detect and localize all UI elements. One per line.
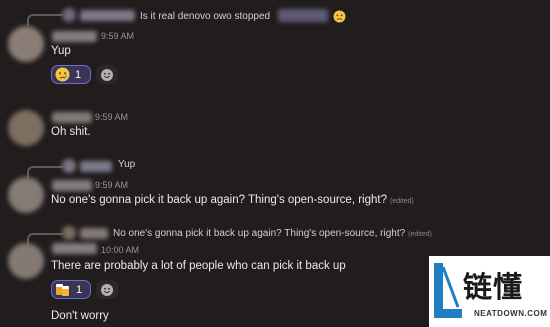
reply-preview-text[interactable]: Is it real denovo owo stopped bbox=[140, 11, 270, 22]
reply-username[interactable] bbox=[80, 228, 108, 239]
add-reaction-icon bbox=[101, 283, 113, 296]
add-reaction-button[interactable] bbox=[96, 280, 118, 299]
avatar[interactable] bbox=[8, 110, 44, 146]
disappointed-face-icon bbox=[333, 10, 346, 23]
redacted-mention bbox=[278, 9, 328, 22]
reply-connector bbox=[27, 14, 63, 26]
message-text: Don't worry bbox=[51, 310, 109, 322]
add-reaction-icon bbox=[101, 68, 113, 81]
message-body: No one's gonna pick it back up again? Th… bbox=[51, 194, 387, 206]
reply-avatar[interactable] bbox=[62, 8, 76, 22]
edited-label: (edited) bbox=[389, 198, 414, 205]
reply-avatar[interactable] bbox=[62, 226, 76, 240]
reply-preview-body: No one's gonna pick it back up again? Th… bbox=[113, 228, 406, 239]
logo-mark-icon bbox=[434, 263, 462, 318]
logo-english-text: NEATDOWN.COM bbox=[474, 309, 548, 318]
timestamp: 9:59 AM bbox=[101, 31, 135, 41]
logo-chinese-text: 链懂 bbox=[463, 270, 524, 304]
username[interactable] bbox=[52, 31, 97, 42]
timestamp: 10:00 AM bbox=[101, 245, 140, 255]
message-text: Oh shit. bbox=[51, 126, 91, 138]
username[interactable] bbox=[52, 243, 97, 254]
reply-username[interactable] bbox=[80, 161, 112, 172]
username[interactable] bbox=[52, 112, 92, 123]
beer-mugs-icon bbox=[56, 284, 69, 296]
reply-preview-text[interactable]: No one's gonna pick it back up again? Th… bbox=[113, 228, 432, 239]
add-reaction-button[interactable] bbox=[96, 65, 118, 84]
avatar[interactable] bbox=[8, 243, 44, 279]
reply-connector bbox=[27, 166, 63, 178]
reply-username[interactable] bbox=[80, 10, 135, 21]
reaction-count: 1 bbox=[76, 283, 83, 296]
avatar[interactable] bbox=[8, 177, 44, 213]
timestamp: 9:59 AM bbox=[95, 112, 129, 122]
reply-preview-text[interactable]: Yup bbox=[118, 159, 135, 170]
message-text: There are probably a lot of people who c… bbox=[51, 260, 346, 272]
message-text: Yup bbox=[51, 45, 71, 57]
reply-avatar[interactable] bbox=[62, 159, 76, 173]
watermark-logo: 链懂 NEATDOWN.COM bbox=[429, 256, 550, 327]
message-text: No one's gonna pick it back up again? Th… bbox=[51, 194, 414, 206]
username[interactable] bbox=[52, 180, 92, 191]
reaction-count: 1 bbox=[75, 68, 82, 81]
reaction-button[interactable]: 1 bbox=[51, 65, 91, 84]
crying-face-icon bbox=[55, 67, 70, 82]
timestamp: 9:59 AM bbox=[95, 180, 129, 190]
avatar[interactable] bbox=[8, 26, 44, 62]
reaction-button[interactable]: 1 bbox=[51, 280, 91, 299]
reply-edited-label: (edited) bbox=[408, 231, 432, 238]
